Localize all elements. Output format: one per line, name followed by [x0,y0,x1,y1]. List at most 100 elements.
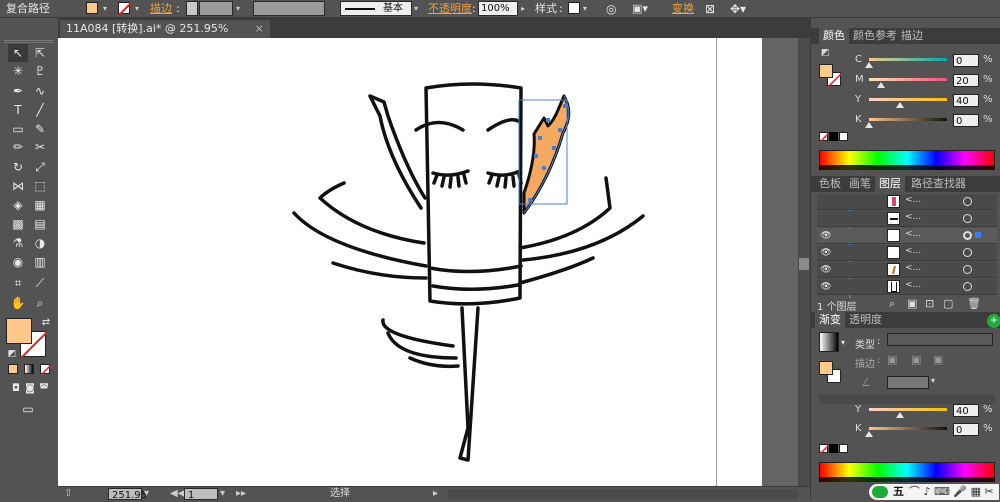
selection-indicator[interactable] [975,232,981,238]
recolor-artwork-icon[interactable]: ◎ [606,1,616,17]
gradient-black-value[interactable]: 0 [953,423,979,436]
stroke-weight-stepper[interactable] [186,1,198,16]
gradient-fill-swatch[interactable] [819,361,833,375]
opacity-field[interactable]: 100% [478,1,518,16]
tab-pathfinder[interactable]: 路径查找器 [907,176,970,192]
yellow-slider-knob[interactable] [896,102,904,108]
gradient-black-slider-knob[interactable] [865,431,873,437]
rotate-tool-icon[interactable]: ↻ [8,158,28,176]
color-mode-icon[interactable] [8,364,18,374]
gradient-preview[interactable] [819,332,839,352]
brush-dropdown-icon[interactable]: ▾ [414,1,418,17]
artboard[interactable] [58,38,762,486]
cyan-slider[interactable] [869,58,947,61]
target-icon[interactable] [963,197,972,206]
status-menu-icon[interactable]: ▸ [433,487,438,500]
panel-menu-icon[interactable]: ✥▾ [730,1,746,17]
gradient-white-swatch[interactable] [839,444,848,453]
artboard-tool-icon[interactable]: ⌗ [8,274,28,292]
black-swatch[interactable] [829,132,838,141]
color-panel-fill-swatch[interactable] [819,64,833,78]
stroke-within-icon[interactable]: ▣ [887,353,897,366]
gradient-mode-icon[interactable] [24,364,34,374]
transform-label[interactable]: 变换 [672,1,694,17]
yellow-slider[interactable] [869,98,947,101]
stroke-weight-field[interactable] [199,1,233,16]
horizontal-scrollbar[interactable] [448,489,798,499]
opacity-dropdown-icon[interactable]: ▸ [521,1,525,17]
share-icon[interactable]: ⇧ [64,487,72,500]
width-tool-icon[interactable]: ⋈ [8,177,28,195]
magenta-slider[interactable] [869,78,947,81]
none-mode-icon[interactable] [40,364,51,375]
make-clipping-mask-icon[interactable]: ▣ [907,297,917,310]
layer-row[interactable]: 👁 <... [817,262,997,278]
gradient-yellow-slider-knob[interactable] [896,412,904,418]
artboard-number-field[interactable]: 1 [184,488,218,501]
gradient-color-spectrum[interactable] [819,462,995,478]
visibility-eye-icon[interactable]: 👁 [820,281,832,293]
tab-color[interactable]: 颜色 [819,28,849,44]
eyedropper-tool-icon[interactable]: ⚗ [8,234,28,252]
target-icon[interactable] [963,214,972,223]
artboard-dropdown-icon[interactable]: ▾ [220,487,225,500]
next-artboard-icon[interactable]: ▸▸ [236,487,246,500]
lasso-tool-icon[interactable]: ♇ [30,62,50,80]
zoom-tool-icon[interactable]: ⌕ [30,294,50,312]
black-slider-knob[interactable] [865,122,873,128]
tab-stroke[interactable]: 描边 [897,28,927,44]
type-tool-icon[interactable]: T [8,101,28,119]
ime-icons[interactable]: ⌒ ♪ ⌨ 🎤 ▦ ✂ [909,484,994,500]
perspective-grid-tool-icon[interactable]: ▦ [30,196,50,214]
screen-mode-icon[interactable]: ▭ [18,400,38,418]
visibility-eye-icon[interactable]: 👁 [820,264,832,276]
cyan-slider-knob[interactable] [865,62,873,68]
stroke-along-icon[interactable]: ▣ [911,353,921,366]
variable-width-profile[interactable] [253,1,325,16]
draw-inside-icon[interactable]: ◚ [34,380,54,398]
style-dropdown-icon[interactable]: ▾ [583,1,587,17]
target-icon[interactable] [963,282,972,291]
free-transform-tool-icon[interactable]: ⬚ [30,177,50,195]
gradient-slider-area[interactable] [819,394,995,404]
visibility-eye-icon[interactable]: 👁 [820,247,832,259]
visibility-eye-icon[interactable]: 👁 [820,230,832,242]
fill-swatch[interactable] [86,2,98,14]
shape-builder-tool-icon[interactable]: ◈ [8,196,28,214]
target-icon[interactable] [963,231,972,240]
target-icon[interactable] [963,265,972,274]
yellow-value[interactable]: 40 [953,94,979,107]
layer-row[interactable]: 👁 <... [817,245,997,261]
graphic-style-swatch[interactable] [568,2,580,14]
stroke-across-icon[interactable]: ▣ [933,353,943,366]
layer-row-selected[interactable]: 👁 <... [817,228,997,244]
document-tab[interactable]: 11A084 [转换].ai* @ 251.95% (CMYK/预览) × [60,20,270,53]
delete-layer-icon[interactable]: 🗑 [967,297,981,310]
stroke-label[interactable]: 描边 [150,1,172,17]
magenta-value[interactable]: 20 [953,74,979,87]
scale-tool-icon[interactable]: ⤢ [30,158,50,176]
brush-definition-field[interactable]: 基本 [340,1,412,16]
pen-tool-icon[interactable]: ✒ [8,82,28,100]
layer-row[interactable]: <... [817,211,997,227]
eraser-tool-icon[interactable]: ✂ [30,138,50,156]
tab-transparency[interactable]: 透明度 [845,312,886,328]
gradient-black-slider[interactable] [869,427,947,430]
stroke-weight-dropdown-icon[interactable]: ▾ [236,1,240,17]
gradient-yellow-slider[interactable] [869,408,947,411]
black-value[interactable]: 0 [953,114,979,127]
gradient-preview-dropdown-icon[interactable]: ▾ [841,338,845,347]
new-layer-icon[interactable]: ▢ [943,297,953,310]
magenta-slider-knob[interactable] [877,82,885,88]
black-slider[interactable] [869,118,947,121]
default-colors-icon[interactable]: ◩ [2,345,22,363]
swap-colors-icon[interactable]: ⇄ [36,314,56,332]
column-graph-tool-icon[interactable]: ▥ [30,253,50,271]
opacity-label[interactable]: 不透明度 [428,1,472,17]
tab-layers[interactable]: 图层 [875,176,905,192]
white-swatch[interactable] [839,132,848,141]
opacity-mask-icon[interactable]: ▣▾ [632,1,648,17]
gradient-angle-dropdown-icon[interactable]: ▾ [931,376,935,385]
mesh-tool-icon[interactable]: ▩ [8,215,28,233]
gradient-tool-icon[interactable]: ▤ [30,215,50,233]
